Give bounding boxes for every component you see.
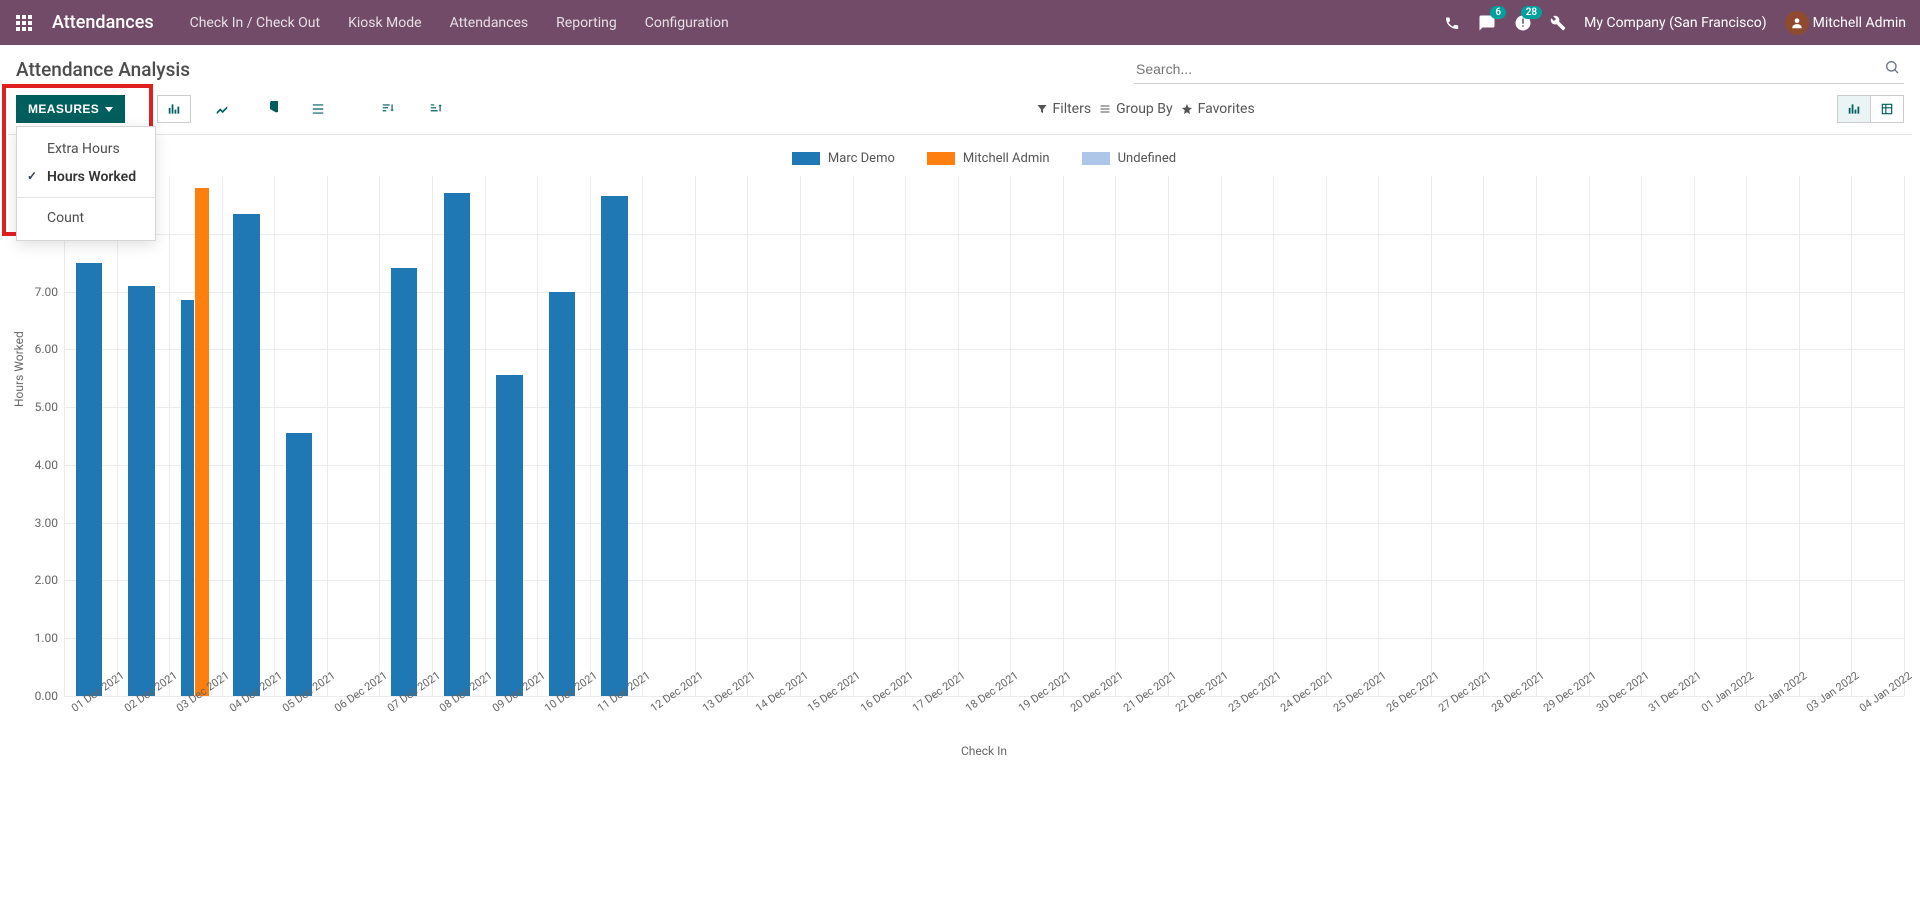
activities-badge: 28 — [1521, 6, 1542, 19]
chart-bar[interactable] — [195, 188, 208, 696]
x-axis-labels: 01 Dec 202102 Dec 202103 Dec 202104 Dec … — [64, 696, 1904, 744]
line-chart-icon[interactable] — [205, 95, 239, 123]
legend-item-1[interactable]: Marc Demo — [792, 151, 895, 166]
y-tick-label: 6.00 — [22, 342, 58, 356]
search-input[interactable] — [1134, 55, 1904, 83]
legend-label-2: Mitchell Admin — [963, 151, 1050, 166]
bar-chart-icon[interactable] — [157, 95, 191, 123]
star-icon — [1181, 103, 1193, 115]
toolbar-row: MEASURES Filters Group By Favorites — [0, 88, 1920, 134]
control-row: Attendance Analysis — [0, 45, 1920, 88]
nav-check-in-out[interactable]: Check In / Check Out — [190, 15, 320, 31]
pie-chart-icon[interactable] — [253, 94, 287, 124]
avatar — [1785, 11, 1809, 35]
favorites-button[interactable]: Favorites — [1181, 101, 1255, 117]
messages-badge: 6 — [1490, 6, 1506, 19]
list-icon — [1099, 103, 1111, 115]
chart-legend: Marc Demo Mitchell Admin Undefined — [64, 145, 1904, 176]
chart-bar[interactable] — [128, 286, 154, 696]
group-by-label: Group By — [1116, 101, 1173, 117]
measures-button[interactable]: MEASURES — [16, 95, 125, 123]
company-selector[interactable]: My Company (San Francisco) — [1584, 15, 1766, 31]
measures-dropdown: Extra Hours Hours Worked Count — [16, 126, 156, 241]
y-tick-label: 0.00 — [22, 689, 58, 703]
chart-bar[interactable] — [286, 433, 312, 696]
phone-icon[interactable] — [1444, 15, 1460, 31]
nav-kiosk-mode[interactable]: Kiosk Mode — [348, 15, 422, 31]
search-options: Filters Group By Favorites — [1036, 101, 1255, 117]
y-tick-label: 3.00 — [22, 516, 58, 530]
legend-label-3: Undefined — [1118, 151, 1176, 166]
legend-label-1: Marc Demo — [828, 151, 895, 166]
favorites-label: Favorites — [1198, 101, 1255, 117]
group-by-button[interactable]: Group By — [1099, 101, 1173, 117]
nav-right: 6 28 My Company (San Francisco) Mitchell… — [1444, 11, 1906, 35]
legend-swatch-3 — [1082, 152, 1110, 165]
sort-desc-icon[interactable] — [371, 95, 405, 123]
chart-bar[interactable] — [601, 196, 627, 696]
debug-icon[interactable] — [1550, 15, 1566, 31]
dropdown-item-count[interactable]: Count — [17, 204, 155, 232]
search-wrap — [1134, 55, 1904, 84]
dropdown-separator — [17, 197, 155, 198]
y-tick-label: 4.00 — [22, 458, 58, 472]
messages-icon[interactable]: 6 — [1478, 14, 1496, 32]
y-tick-label: 5.00 — [22, 400, 58, 414]
chart-bar[interactable] — [444, 193, 470, 696]
legend-item-2[interactable]: Mitchell Admin — [927, 151, 1050, 166]
nav-attendances[interactable]: Attendances — [450, 15, 529, 31]
caret-down-icon — [105, 107, 113, 112]
stacked-chart-icon[interactable] — [301, 95, 335, 123]
y-tick-label: 2.00 — [22, 573, 58, 587]
filters-button[interactable]: Filters — [1036, 101, 1092, 117]
main-menu: Check In / Check Out Kiosk Mode Attendan… — [190, 15, 1427, 31]
legend-item-3[interactable]: Undefined — [1082, 151, 1176, 166]
pivot-view-icon[interactable] — [1871, 96, 1903, 122]
chart-bar[interactable] — [391, 268, 417, 696]
chart-bar[interactable] — [76, 263, 102, 696]
view-switcher — [1837, 95, 1904, 123]
sort-asc-icon[interactable] — [419, 95, 453, 123]
chart-plot: 0.001.002.003.004.005.006.007.008.00 — [64, 176, 1904, 696]
chart-bar[interactable] — [496, 375, 522, 696]
chart-bar[interactable] — [233, 214, 259, 696]
legend-swatch-2 — [927, 152, 955, 165]
y-tick-label: 1.00 — [22, 631, 58, 645]
graph-view-icon[interactable] — [1838, 96, 1871, 122]
nav-reporting[interactable]: Reporting — [556, 15, 617, 31]
chart-area: Hours Worked Marc Demo Mitchell Admin Un… — [8, 134, 1912, 758]
page-title: Attendance Analysis — [16, 58, 190, 81]
user-name: Mitchell Admin — [1813, 15, 1906, 31]
dropdown-item-hours-worked[interactable]: Hours Worked — [17, 163, 155, 191]
dropdown-item-extra-hours[interactable]: Extra Hours — [17, 135, 155, 163]
chart-bar[interactable] — [181, 300, 194, 696]
y-tick-label: 7.00 — [22, 285, 58, 299]
filters-label: Filters — [1053, 101, 1092, 117]
legend-swatch-1 — [792, 152, 820, 165]
activities-icon[interactable]: 28 — [1514, 14, 1532, 32]
measures-label: MEASURES — [28, 102, 99, 116]
top-nav: Attendances Check In / Check Out Kiosk M… — [0, 0, 1920, 45]
nav-configuration[interactable]: Configuration — [645, 15, 729, 31]
app-brand[interactable]: Attendances — [52, 12, 154, 33]
apps-icon[interactable] — [14, 13, 34, 33]
x-axis-title: Check In — [64, 744, 1904, 758]
chart-bar[interactable] — [549, 292, 575, 696]
search-icon[interactable] — [1884, 59, 1900, 79]
user-menu[interactable]: Mitchell Admin — [1785, 11, 1906, 35]
funnel-icon — [1036, 103, 1048, 115]
